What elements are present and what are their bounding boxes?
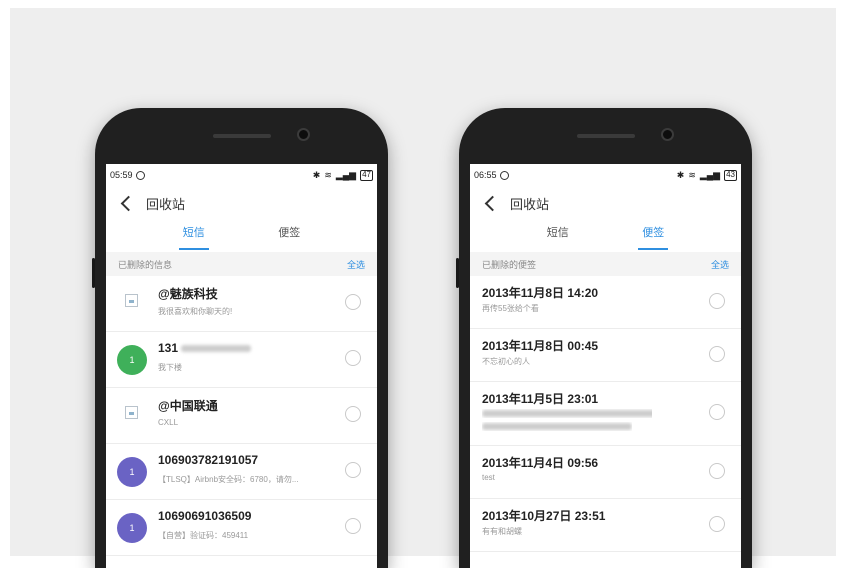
- list-item[interactable]: 2013年11月4日 09:56 test: [470, 446, 741, 499]
- checkbox-circle-icon[interactable]: [345, 518, 361, 534]
- checkbox-circle-icon[interactable]: [709, 463, 725, 479]
- page-title: 回收站: [146, 196, 186, 212]
- message-sender: 10690691036509: [158, 509, 252, 523]
- section-label: 已删除的信息: [118, 259, 173, 270]
- phone-right: 06:55 ✱ ≋ ▂▄▆ 43 回收站 短信 便签 已删除的便签 全选 201…: [456, 108, 752, 568]
- list-item[interactable]: 1 131 我下楼: [106, 332, 377, 388]
- app-header: 回收站: [106, 188, 377, 218]
- signal-icon: ▂▄▆: [699, 169, 721, 180]
- clock-icon: [499, 170, 509, 180]
- list-item[interactable]: 2013年11月8日 14:20 再传55张给个看: [470, 276, 741, 329]
- side-button: [456, 258, 459, 288]
- tab-notes[interactable]: 便签: [638, 222, 669, 250]
- blurred-text: [482, 409, 652, 418]
- avatar: 1: [117, 513, 147, 543]
- list-item[interactable]: 2013年11月8日 00:45 不忘初心的人: [470, 329, 741, 382]
- checkbox-circle-icon[interactable]: [709, 346, 725, 362]
- note-preview: 再传55张给个看: [482, 304, 539, 313]
- phone-screen: 05:59 ✱ ≋ ▂▄▆ 47 回收站 短信 便签 已删除的信息 全选 @魅族…: [106, 164, 377, 568]
- checkbox-circle-icon[interactable]: [709, 516, 725, 532]
- avatar: 1: [117, 345, 147, 375]
- list-item[interactable]: 1 10690691036509 【自营】验证码：459411: [106, 500, 377, 556]
- status-bar: 05:59 ✱ ≋ ▂▄▆ 47: [110, 168, 373, 182]
- sender-number: 131: [158, 341, 179, 355]
- front-camera: [297, 128, 310, 141]
- list-item[interactable]: @中国联通 CXLL: [106, 388, 377, 444]
- message-sender: 131: [158, 341, 252, 355]
- avatar-image-icon: [125, 294, 138, 307]
- wifi-icon: ≋: [324, 169, 332, 180]
- message-preview: CXLL: [158, 418, 179, 427]
- bluetooth-icon: ✱: [676, 169, 685, 180]
- phone-screen: 06:55 ✱ ≋ ▂▄▆ 43 回收站 短信 便签 已删除的便签 全选 201…: [470, 164, 741, 568]
- battery-icon: 43: [724, 169, 737, 181]
- checkbox-circle-icon[interactable]: [345, 462, 361, 478]
- note-preview: 有有和胡螺: [482, 527, 522, 536]
- side-button: [92, 258, 95, 288]
- tab-notes[interactable]: 便签: [278, 222, 300, 244]
- note-date: 2013年11月5日 23:01: [482, 392, 599, 406]
- list-item[interactable]: 2013年10月27日 23:51 有有和胡螺: [470, 499, 741, 552]
- battery-icon: 47: [360, 169, 373, 181]
- checkbox-circle-icon[interactable]: [345, 294, 361, 310]
- message-list: @魅族科技 我很喜欢和你聊天的! 1 131 我下楼 @中国联通 CXLL 1 …: [106, 276, 377, 556]
- tab-bar: 短信 便签: [470, 222, 741, 250]
- status-bar: 06:55 ✱ ≋ ▂▄▆ 43: [474, 168, 737, 182]
- message-preview: 【TLSQ】Airbnb安全码：6780，请勿...: [158, 475, 299, 484]
- message-preview: 我下楼: [158, 363, 182, 372]
- checkbox-circle-icon[interactable]: [709, 404, 725, 420]
- message-preview: 我很喜欢和你聊天的!: [158, 307, 233, 316]
- wifi-icon: ≋: [688, 169, 696, 180]
- message-sender: @中国联通: [158, 399, 218, 413]
- note-preview: 不忘初心的人: [482, 357, 530, 366]
- list-item[interactable]: @魅族科技 我很喜欢和你聊天的!: [106, 276, 377, 332]
- note-list: 2013年11月8日 14:20 再传55张给个看 2013年11月8日 00:…: [470, 276, 741, 552]
- earpiece-speaker: [577, 134, 635, 138]
- clock-icon: [135, 170, 145, 180]
- status-time: 05:59: [110, 170, 133, 180]
- note-preview: test: [482, 473, 495, 482]
- page-title: 回收站: [510, 196, 550, 212]
- app-header: 回收站: [470, 188, 741, 218]
- front-camera: [661, 128, 674, 141]
- list-item[interactable]: 1 106903782191057 【TLSQ】Airbnb安全码：6780，请…: [106, 444, 377, 500]
- avatar: 1: [117, 457, 147, 487]
- section-label: 已删除的便签: [482, 259, 537, 270]
- note-date: 2013年11月8日 14:20: [482, 286, 599, 300]
- tab-bar: 短信 便签: [106, 222, 377, 250]
- note-date: 2013年10月27日 23:51: [482, 509, 606, 523]
- section-header: 已删除的便签 全选: [470, 252, 741, 276]
- note-date: 2013年11月4日 09:56: [482, 456, 599, 470]
- note-date: 2013年11月8日 00:45: [482, 339, 599, 353]
- list-item[interactable]: 2013年11月5日 23:01: [470, 382, 741, 446]
- message-sender: 106903782191057: [158, 453, 259, 467]
- back-arrow-icon[interactable]: [484, 195, 501, 211]
- earpiece-speaker: [213, 134, 271, 138]
- status-time: 06:55: [474, 170, 497, 180]
- tab-sms[interactable]: 短信: [178, 222, 209, 250]
- checkbox-circle-icon[interactable]: [345, 406, 361, 422]
- select-all-button[interactable]: 全选: [711, 258, 729, 271]
- checkbox-circle-icon[interactable]: [709, 293, 725, 309]
- select-all-button[interactable]: 全选: [347, 258, 365, 271]
- checkbox-circle-icon[interactable]: [345, 350, 361, 366]
- message-preview: 【自营】验证码：459411: [158, 531, 249, 540]
- message-sender: @魅族科技: [158, 287, 218, 301]
- signal-icon: ▂▄▆: [335, 169, 357, 180]
- bluetooth-icon: ✱: [312, 169, 321, 180]
- battery-level: 43: [726, 170, 735, 179]
- blurred-text: [181, 345, 252, 353]
- back-arrow-icon[interactable]: [120, 195, 137, 211]
- battery-level: 47: [362, 170, 371, 179]
- blurred-text: [482, 422, 632, 431]
- phone-left: 05:59 ✱ ≋ ▂▄▆ 47 回收站 短信 便签 已删除的信息 全选 @魅族…: [92, 108, 388, 568]
- tab-sms[interactable]: 短信: [547, 222, 569, 244]
- avatar-image-icon: [125, 406, 138, 419]
- section-header: 已删除的信息 全选: [106, 252, 377, 276]
